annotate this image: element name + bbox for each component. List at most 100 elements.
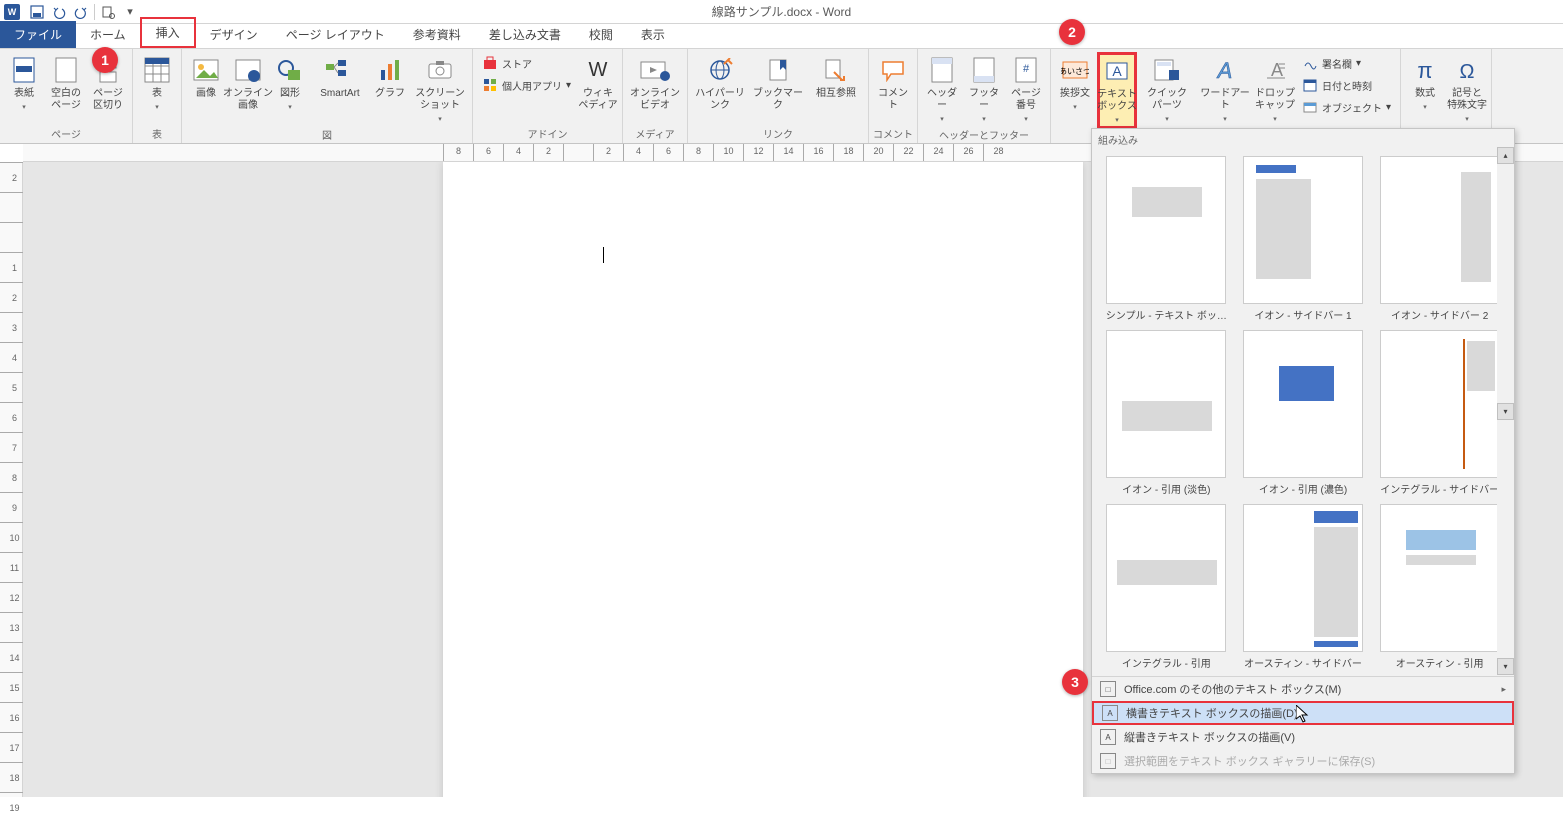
myapps-button[interactable]: 個人用アプリ ▾: [477, 74, 576, 96]
svg-text:A: A: [1271, 60, 1283, 80]
word-app-icon: W: [4, 4, 20, 20]
header-button[interactable]: ヘッダー: [922, 52, 962, 127]
group-header-footer: ヘッダー フッター #ページ 番号 ヘッダーとフッター: [918, 49, 1051, 143]
online-pictures-button[interactable]: オンライン 画像: [228, 52, 268, 114]
cross-reference-button[interactable]: 相互参照: [808, 52, 864, 102]
wikipedia-button[interactable]: Wウィキ ペディア: [578, 52, 618, 114]
gallery-item[interactable]: イオン - サイドバー 2: [1375, 156, 1504, 322]
equation-button[interactable]: π数式: [1405, 52, 1445, 115]
svg-text:π: π: [1417, 58, 1432, 82]
print-preview-button[interactable]: [97, 1, 119, 23]
tab-mailings[interactable]: 差し込み文書: [475, 21, 575, 48]
gallery-caption: イオン - 引用 (淡色): [1122, 481, 1210, 496]
gallery-footer: □Office.com のその他のテキスト ボックス(M)▸ A横書きテキスト …: [1092, 676, 1514, 773]
gallery-item[interactable]: シンプル - テキスト ボッ…: [1102, 156, 1231, 322]
gallery-scroll-down[interactable]: ▾: [1497, 403, 1514, 420]
gallery-scroll-up[interactable]: ▴: [1497, 147, 1514, 164]
gallery-caption: インテグラル - 引用: [1122, 655, 1211, 670]
group-illustrations: 画像 オンライン 画像 図形 SmartArt グラフ スクリーン ショット 図: [182, 49, 473, 143]
gallery-thumb: [1106, 504, 1226, 652]
gallery-thumb: [1243, 156, 1363, 304]
vertical-ruler[interactable]: 212345678910111213141516171819: [0, 162, 23, 797]
online-video-button[interactable]: オンライン ビデオ: [627, 52, 683, 114]
group-addins: ストア 個人用アプリ ▾ Wウィキ ペディア アドイン: [473, 49, 623, 143]
hyperlink-button[interactable]: ハイパーリンク: [692, 52, 748, 114]
tab-view[interactable]: 表示: [627, 21, 679, 48]
screenshot-button[interactable]: スクリーン ショット: [412, 52, 468, 127]
group-comments: コメント コメント: [869, 49, 918, 143]
textbox-h-icon: A: [1102, 705, 1118, 721]
symbol-button[interactable]: Ω記号と 特殊文字: [1447, 52, 1487, 127]
gallery-item[interactable]: イオン - 引用 (淡色): [1102, 330, 1231, 496]
table-button[interactable]: 表: [137, 52, 177, 115]
callout-2: 2: [1059, 19, 1085, 45]
save-button[interactable]: [26, 1, 48, 23]
chart-button[interactable]: グラフ: [370, 52, 410, 102]
gallery-thumb: [1380, 156, 1500, 304]
group-links-label: リンク: [692, 126, 864, 143]
gallery-thumb: [1243, 330, 1363, 478]
gallery-thumb: [1106, 156, 1226, 304]
gallery-item[interactable]: オースティン - サイドバー: [1239, 504, 1368, 670]
gallery-scroll-more[interactable]: ▾: [1497, 658, 1514, 675]
store-button[interactable]: ストア: [477, 52, 576, 74]
draw-vertical-textbox-button[interactable]: A縦書きテキスト ボックスの描画(V): [1092, 725, 1514, 749]
gallery-caption: オースティン - サイドバー: [1244, 655, 1362, 670]
tab-home[interactable]: ホーム: [76, 21, 140, 48]
undo-button[interactable]: [48, 1, 70, 23]
wordart-button[interactable]: Aワードアート: [1197, 52, 1253, 127]
gallery-caption: シンプル - テキスト ボッ…: [1106, 307, 1227, 322]
qat-customize-button[interactable]: ▾: [119, 1, 141, 23]
gallery-item[interactable]: イオン - 引用 (濃色): [1239, 330, 1368, 496]
dropcap-button[interactable]: Aドロップ キャップ: [1255, 52, 1295, 127]
tab-insert[interactable]: 挿入: [140, 17, 196, 48]
gallery-grid: シンプル - テキスト ボッ… イオン - サイドバー 1 イオン - サイドバー …: [1092, 150, 1514, 676]
tab-layout[interactable]: ページ レイアウト: [272, 21, 399, 48]
group-comments-label: コメント: [873, 126, 913, 143]
object-button[interactable]: オブジェクト ▾: [1297, 96, 1396, 118]
gallery-item[interactable]: インテグラル - 引用: [1102, 504, 1231, 670]
quick-parts-button[interactable]: クイック パーツ: [1139, 52, 1195, 127]
gallery-thumb: [1106, 330, 1226, 478]
tab-design[interactable]: デザイン: [196, 21, 272, 48]
tab-references[interactable]: 参考資料: [399, 21, 475, 48]
textbox-button[interactable]: Aテキスト ボックス: [1097, 52, 1137, 129]
greeting-button[interactable]: あいさつ挨拶文: [1055, 52, 1095, 115]
footer-button[interactable]: フッター: [964, 52, 1004, 127]
svg-text:W: W: [589, 59, 608, 81]
cover-page-button[interactable]: 表紙: [4, 52, 44, 115]
gallery-item[interactable]: インテグラル - サイドバー: [1375, 330, 1504, 496]
svg-text:#: #: [1023, 63, 1030, 75]
page-number-button[interactable]: #ページ 番号: [1006, 52, 1046, 127]
save-selection-button: □選択範囲をテキスト ボックス ギャラリーに保存(S): [1092, 749, 1514, 773]
gallery-item[interactable]: イオン - サイドバー 1: [1239, 156, 1368, 322]
group-tables-label: 表: [137, 126, 177, 143]
blank-page-button[interactable]: 空白の ページ: [46, 52, 86, 114]
redo-button[interactable]: [70, 1, 92, 23]
comment-button[interactable]: コメント: [873, 52, 913, 114]
smartart-button[interactable]: SmartArt: [312, 52, 368, 102]
group-addins-label: アドイン: [477, 126, 618, 143]
pictures-button[interactable]: 画像: [186, 52, 226, 102]
tab-file[interactable]: ファイル: [0, 21, 76, 48]
datetime-button[interactable]: 日付と時刻: [1297, 74, 1396, 96]
tab-review[interactable]: 校閲: [575, 21, 627, 48]
group-illustrations-label: 図: [186, 127, 468, 144]
gallery-item[interactable]: オースティン - 引用: [1375, 504, 1504, 670]
gallery-caption: イオン - 引用 (濃色): [1259, 481, 1347, 496]
gallery-thumb: [1380, 330, 1500, 478]
bookmark-button[interactable]: ブックマーク: [750, 52, 806, 114]
office-icon: □: [1100, 681, 1116, 697]
signature-button[interactable]: 署名欄 ▾: [1297, 52, 1396, 74]
document-page[interactable]: [443, 162, 1083, 797]
group-tables: 表 表: [133, 49, 182, 143]
gallery-scrollbar[interactable]: ▴ ▾ ▾: [1497, 147, 1514, 675]
svg-text:Ω: Ω: [1460, 61, 1475, 82]
gallery-caption: インテグラル - サイドバー: [1380, 481, 1499, 496]
more-from-office-button[interactable]: □Office.com のその他のテキスト ボックス(M)▸: [1092, 677, 1514, 701]
document-title: 線路サンプル.docx - Word: [712, 3, 851, 20]
gallery-caption: イオン - サイドバー 1: [1254, 307, 1351, 322]
shapes-button[interactable]: 図形: [270, 52, 310, 115]
gallery-thumb: [1380, 504, 1500, 652]
group-pages-label: ページ: [4, 126, 128, 143]
